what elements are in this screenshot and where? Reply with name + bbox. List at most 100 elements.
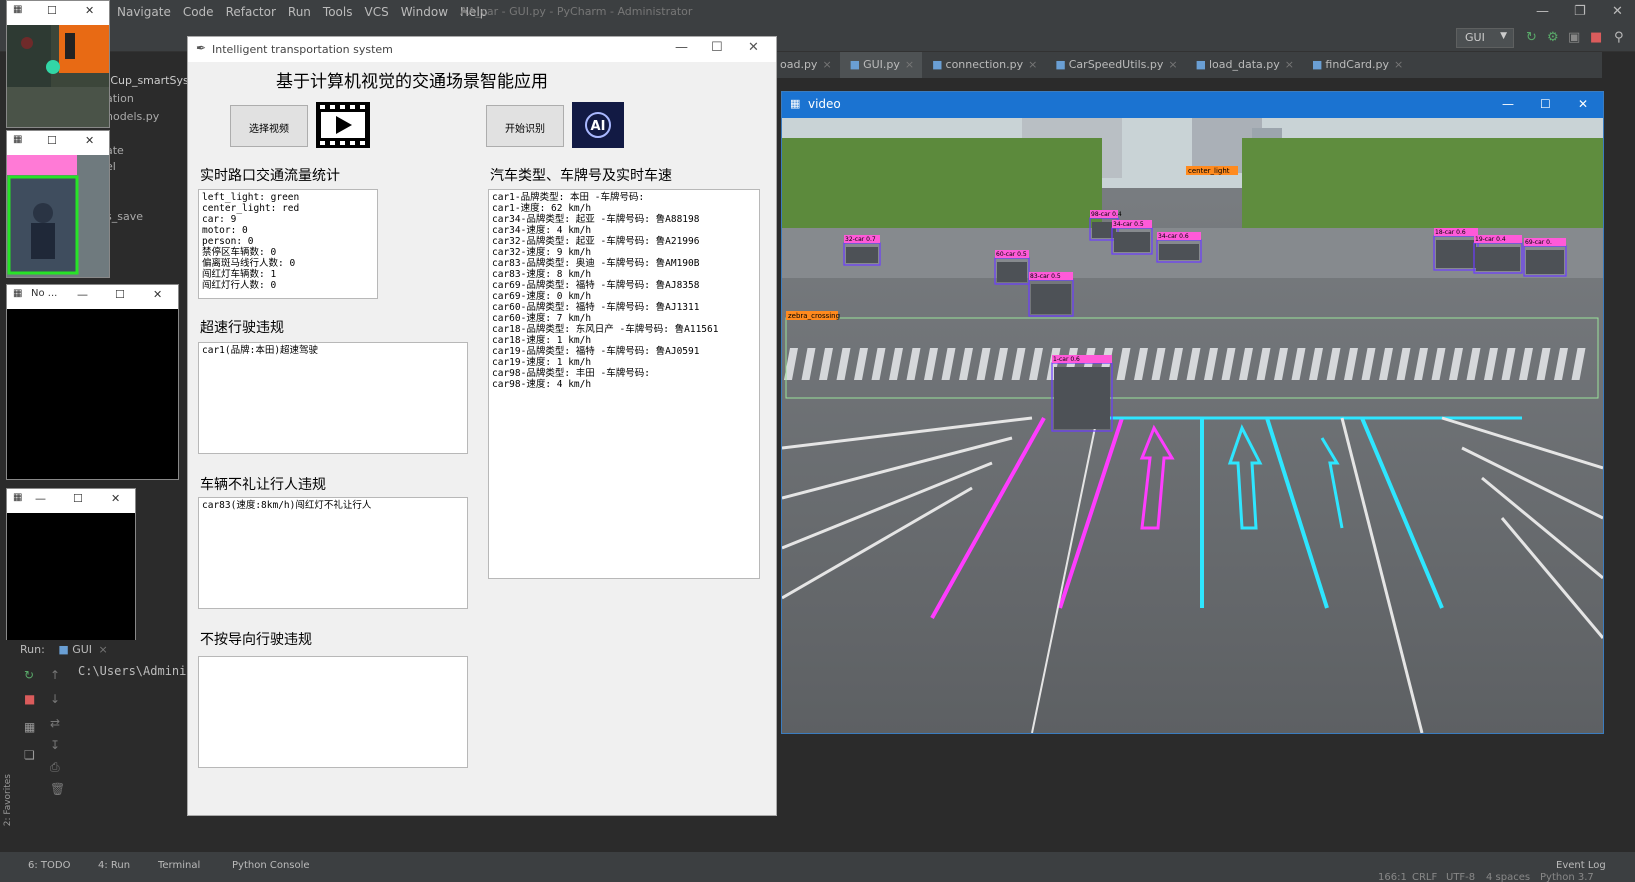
start-recognition-button[interactable]: 开始识别 <box>486 105 564 147</box>
tab-connection-py[interactable]: ■ connection.py × <box>922 52 1045 78</box>
run-label: Run: <box>20 643 45 656</box>
project-item[interactable]: tCup_smartSys <box>106 74 189 87</box>
close-icon[interactable]: ✕ <box>85 134 94 147</box>
detection-label: 98-car 0.4 <box>1091 211 1122 218</box>
text-line: car19-速度: 1 km/h <box>492 357 592 368</box>
close-icon[interactable]: × <box>99 643 108 656</box>
status-tab-todo[interactable]: 6: TODO <box>28 860 70 871</box>
traffic-stats-title: 实时路口交通流量统计 <box>200 168 340 184</box>
no-yield-textbox[interactable]: car83(速度:8km/h)闯红灯不礼让行人 <box>198 497 468 609</box>
maximize-icon[interactable]: ☐ <box>47 4 57 17</box>
print-icon[interactable]: ⎙ <box>50 760 60 775</box>
status-position[interactable]: 166:1 <box>1378 872 1407 882</box>
vehicle-info-textbox[interactable]: car1-品牌类型: 本田 -车牌号码: car1-速度: 62 km/h car3… <box>488 189 760 579</box>
project-item[interactable]: s_save <box>106 210 143 223</box>
status-tab-terminal[interactable]: Terminal <box>158 860 200 871</box>
menu-run[interactable]: Run <box>288 5 311 19</box>
pin-icon[interactable]: ❏ <box>24 748 35 762</box>
close-icon[interactable]: × <box>822 58 831 71</box>
tab-findcard-py[interactable]: ■ findCard.py × <box>1302 52 1411 78</box>
cv-window-person-crop[interactable]: ▦ ☐ ✕ <box>6 130 110 278</box>
status-interpreter[interactable]: Python 3.7 <box>1540 872 1594 882</box>
cv-window-empty-2[interactable]: ▦ — ☐ ✕ <box>6 488 136 644</box>
minimize-icon[interactable]: — <box>675 40 688 55</box>
menu-navigate[interactable]: Navigate <box>117 5 171 19</box>
project-item[interactable]: ation <box>106 92 134 105</box>
ide-restore-icon[interactable]: ❐ <box>1574 4 1586 19</box>
search-icon[interactable]: ⚲ <box>1614 30 1624 45</box>
event-log-button[interactable]: Event Log <box>1556 860 1606 871</box>
cv-window-traffic-light[interactable]: ▦ ☐ ✕ <box>6 0 110 128</box>
stop-icon[interactable]: ■ <box>24 692 35 706</box>
ide-close-icon[interactable]: ✕ <box>1612 4 1623 19</box>
project-item[interactable]: nodels.py <box>106 110 159 123</box>
run-config-select[interactable]: GUI ▼ <box>1456 28 1514 48</box>
tab-carspeedutils-py[interactable]: ■ CarSpeedUtils.py × <box>1045 52 1185 78</box>
text-line: car19-品牌类型: 福特 -车牌号码: 鲁AJ0591 <box>492 346 700 357</box>
wrap-icon[interactable]: ⇄ <box>50 716 60 730</box>
ai-logo-button[interactable]: AI <box>572 102 624 148</box>
stop-icon[interactable]: ■ <box>1590 30 1602 45</box>
rerun-icon[interactable]: ↻ <box>24 668 34 682</box>
maximize-icon[interactable]: ☐ <box>47 134 57 147</box>
video-clip-icon[interactable] <box>316 102 370 148</box>
maximize-icon[interactable]: ☐ <box>115 288 125 301</box>
maximize-icon[interactable]: ☐ <box>711 40 723 55</box>
ide-minimize-icon[interactable]: — <box>1536 4 1549 19</box>
tab-gui-py[interactable]: ■ GUI.py × <box>839 52 923 78</box>
python-file-icon: ■ <box>58 643 69 656</box>
close-icon[interactable]: ✕ <box>748 40 759 55</box>
python-file-icon: ■ <box>849 58 861 71</box>
select-video-button[interactable]: 选择视频 <box>230 105 308 147</box>
tab-load-data-py[interactable]: ■ load_data.py × <box>1186 52 1302 78</box>
close-icon[interactable]: ✕ <box>1578 97 1588 111</box>
status-indent[interactable]: 4 spaces <box>1486 872 1530 882</box>
close-icon[interactable]: × <box>1394 58 1403 71</box>
close-icon[interactable]: ✕ <box>153 288 162 301</box>
status-line-ending[interactable]: CRLF <box>1412 872 1437 882</box>
no-yield-lines: car83(速度:8km/h)闯红灯不礼让行人 <box>202 500 464 511</box>
minimize-icon[interactable]: — <box>77 288 88 301</box>
trash-icon[interactable]: 🗑 <box>50 782 65 796</box>
tab-load-py[interactable]: oad.py × <box>770 52 840 78</box>
text-line: car18-速度: 1 km/h <box>492 335 592 346</box>
arrow-up-icon[interactable]: ↑ <box>50 668 60 682</box>
favorites-sidebar-label[interactable]: 2: Favorites <box>3 774 13 826</box>
run-tab-gui[interactable]: GUI <box>72 643 92 656</box>
menu-refactor[interactable]: Refactor <box>226 5 276 19</box>
menu-vcs[interactable]: VCS <box>364 5 388 19</box>
layout-icon[interactable]: ▦ <box>24 720 35 734</box>
menu-tools[interactable]: Tools <box>323 5 353 19</box>
coverage-icon[interactable]: ▣ <box>1568 30 1580 45</box>
cv-window-empty-1[interactable]: ▦ No ... — ☐ ✕ <box>6 284 179 480</box>
arrow-down-icon[interactable]: ↓ <box>50 692 60 706</box>
close-icon[interactable]: × <box>905 58 914 71</box>
menu-code[interactable]: Code <box>183 5 214 19</box>
maximize-icon[interactable]: ☐ <box>73 492 83 505</box>
close-icon[interactable]: ✕ <box>85 4 94 17</box>
vehicle-body <box>1436 240 1476 268</box>
speeding-textbox[interactable]: car1(品牌:本田)超速驾驶 <box>198 342 468 454</box>
close-icon[interactable]: ✕ <box>111 492 120 505</box>
close-icon[interactable]: × <box>1028 58 1037 71</box>
scroll-end-icon[interactable]: ↧ <box>50 738 60 752</box>
rerun-icon[interactable]: ↻ <box>1526 30 1537 45</box>
debug-icon[interactable]: ⚙ <box>1547 30 1559 45</box>
minimize-icon[interactable]: — <box>1502 97 1514 111</box>
close-icon[interactable]: × <box>1285 58 1294 71</box>
wrong-lane-textbox[interactable] <box>198 656 468 768</box>
trees-right <box>1242 138 1603 238</box>
close-icon[interactable]: × <box>1168 58 1177 71</box>
minimize-icon[interactable]: — <box>35 492 46 505</box>
status-tab-run[interactable]: 4: Run <box>98 860 130 871</box>
menu-window[interactable]: Window <box>401 5 448 19</box>
run-console-output[interactable]: C:\Users\Adminis <box>78 664 194 678</box>
video-titlebar: ▦ video — ☐ ✕ <box>782 92 1603 118</box>
tab-label: findCard.py <box>1325 58 1390 71</box>
traffic-stats-textbox[interactable]: left_light: green center_light: red car: 9… <box>198 189 378 299</box>
video-frame[interactable]: zebra_crossing center_light 32-car 0.7 98… <box>781 118 1605 734</box>
vehicle-body <box>1114 232 1150 252</box>
status-encoding[interactable]: UTF-8 <box>1446 872 1475 882</box>
status-tab-python-console[interactable]: Python Console <box>232 860 310 871</box>
maximize-icon[interactable]: ☐ <box>1540 97 1551 111</box>
